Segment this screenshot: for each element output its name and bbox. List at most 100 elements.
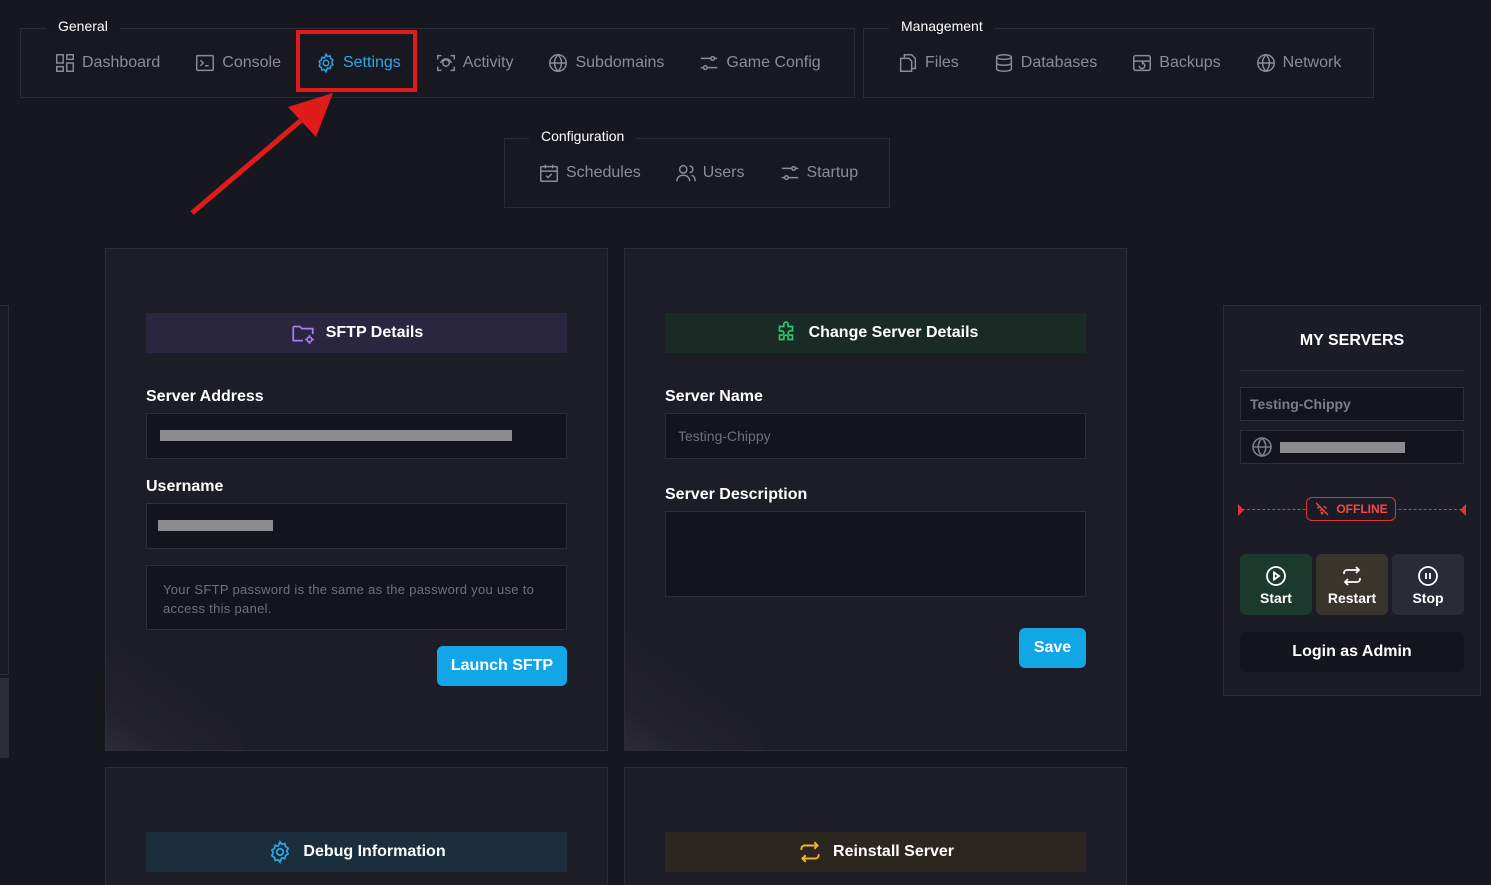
server-status-indicator: OFFLINE <box>1238 497 1466 528</box>
nav-item-schedules-label: Schedules <box>566 164 641 181</box>
launch-sftp-button[interactable]: Launch SFTP <box>437 646 567 686</box>
stop-button[interactable]: Stop <box>1392 554 1464 615</box>
nav-item-databases[interactable]: Databases <box>993 52 1098 74</box>
username-field[interactable] <box>146 503 567 549</box>
nav-item-subdomains-label: Subdomains <box>575 54 665 71</box>
globe-icon <box>1252 436 1272 458</box>
restart-button[interactable]: Restart <box>1316 554 1388 615</box>
annotation-arrow-icon <box>190 93 333 215</box>
start-button[interactable]: Start <box>1240 554 1312 615</box>
sftp-details-header: SFTP Details <box>146 313 567 353</box>
globe-icon <box>1256 53 1275 73</box>
debug-information-panel: Debug Information <box>105 767 608 885</box>
nav-item-dashboard-label: Dashboard <box>82 54 161 71</box>
play-icon <box>1266 565 1286 586</box>
nav-item-databases-label: Databases <box>1020 54 1098 71</box>
nav-item-game-config-label: Game Config <box>726 54 821 71</box>
server-description-label: Server Description <box>665 486 808 503</box>
sftp-password-note: Your SFTP password is the same as the pa… <box>146 565 567 630</box>
save-button[interactable]: Save <box>1019 628 1086 668</box>
change-server-details-title: Change Server Details <box>808 324 979 341</box>
left-marker-icon <box>1238 504 1244 516</box>
folder-gear-icon <box>292 325 314 344</box>
change-server-details-header: Change Server Details <box>665 313 1086 353</box>
users-icon <box>675 164 696 182</box>
nav-group-management: Management Files Databases Backups Netwo… <box>863 14 1374 98</box>
username-label: Username <box>146 478 224 495</box>
nav-item-activity[interactable]: Activity <box>435 52 514 74</box>
sftp-details-title: SFTP Details <box>325 324 424 341</box>
dashboard-icon <box>56 54 74 72</box>
login-as-admin-button[interactable]: Login as Admin <box>1240 632 1464 672</box>
nav-item-startup[interactable]: Startup <box>779 162 859 184</box>
my-servers-card: MY SERVERS Testing-Chippy OFFLINE Start … <box>1223 305 1481 696</box>
debug-information-title: Debug Information <box>303 843 446 860</box>
nav-item-network-label: Network <box>1282 54 1342 71</box>
reinstall-server-title: Reinstall Server <box>833 843 954 860</box>
backup-icon <box>1133 54 1152 72</box>
repeat-icon <box>800 841 820 863</box>
pause-icon <box>1418 565 1438 586</box>
server-list-item-address <box>1240 430 1464 464</box>
server-address-field[interactable] <box>146 413 567 459</box>
globe-icon <box>549 53 568 73</box>
reinstall-server-panel: Reinstall Server <box>624 767 1127 885</box>
sliders-icon <box>701 55 718 71</box>
nav-group-general-title: General <box>46 14 120 38</box>
nav-item-game-config[interactable]: Game Config <box>698 52 821 74</box>
nav-item-subdomains[interactable]: Subdomains <box>547 52 664 74</box>
left-scrollbar[interactable] <box>0 678 9 758</box>
change-server-details-panel: Change Server Details Server Name Server… <box>624 248 1127 751</box>
username-redacted <box>158 520 273 531</box>
gear-icon <box>271 839 290 865</box>
nav-item-backups[interactable]: Backups <box>1131 52 1221 74</box>
sftp-details-panel: SFTP Details Server Address Username You… <box>105 248 608 751</box>
puzzle-icon <box>778 321 793 341</box>
activity-icon <box>436 54 455 72</box>
reinstall-server-header: Reinstall Server <box>665 832 1086 872</box>
files-icon <box>899 54 917 72</box>
nav-group-configuration-title: Configuration <box>529 124 637 148</box>
left-panel-edge <box>0 305 9 675</box>
server-list-item-name[interactable]: Testing-Chippy <box>1240 387 1464 421</box>
nav-item-schedules[interactable]: Schedules <box>538 162 641 184</box>
nav-item-users[interactable]: Users <box>675 162 745 184</box>
nav-item-dashboard[interactable]: Dashboard <box>54 52 160 74</box>
my-servers-title: MY SERVERS <box>1240 332 1464 371</box>
settings-highlight-box <box>296 30 417 92</box>
nav-item-console[interactable]: Console <box>194 52 281 74</box>
nav-group-configuration: Configuration Schedules Users Startup <box>504 124 890 208</box>
database-icon <box>995 54 1012 72</box>
start-button-label: Start <box>1260 589 1292 606</box>
console-icon <box>196 54 215 72</box>
nav-item-activity-label: Activity <box>462 54 514 71</box>
nav-item-startup-label: Startup <box>806 164 859 181</box>
nav-item-network[interactable]: Network <box>1255 52 1342 74</box>
restart-button-label: Restart <box>1327 589 1377 606</box>
nav-group-general: General Dashboard Console Settings Activ… <box>20 14 855 98</box>
nav-group-management-title: Management <box>889 14 995 38</box>
server-name-input[interactable] <box>666 414 1085 458</box>
server-address-redacted <box>160 430 512 441</box>
status-badge: OFFLINE <box>1306 497 1396 521</box>
nav-item-files-label: Files <box>925 54 959 71</box>
server-address-redacted <box>1280 441 1405 453</box>
right-marker-icon <box>1460 504 1466 516</box>
server-description-input[interactable] <box>666 512 1085 596</box>
server-address-label: Server Address <box>146 388 264 405</box>
stop-button-label: Stop <box>1412 589 1444 606</box>
debug-information-header: Debug Information <box>146 832 567 872</box>
nav-item-console-label: Console <box>222 54 281 71</box>
server-name-field[interactable] <box>665 413 1086 459</box>
server-name-label: Server Name <box>665 388 763 405</box>
nav-item-users-label: Users <box>702 164 745 181</box>
server-description-field[interactable] <box>665 511 1086 597</box>
status-badge-text: OFFLINE <box>1336 502 1388 516</box>
nav-item-files[interactable]: Files <box>897 52 959 74</box>
nav-item-backups-label: Backups <box>1159 54 1221 71</box>
sliders-icon <box>781 165 798 181</box>
server-list-item-name-text: Testing-Chippy <box>1250 396 1351 412</box>
repeat-icon <box>1343 565 1361 586</box>
sftp-password-note-text: Your SFTP password is the same as the pa… <box>163 582 535 616</box>
calendar-icon <box>540 164 558 182</box>
